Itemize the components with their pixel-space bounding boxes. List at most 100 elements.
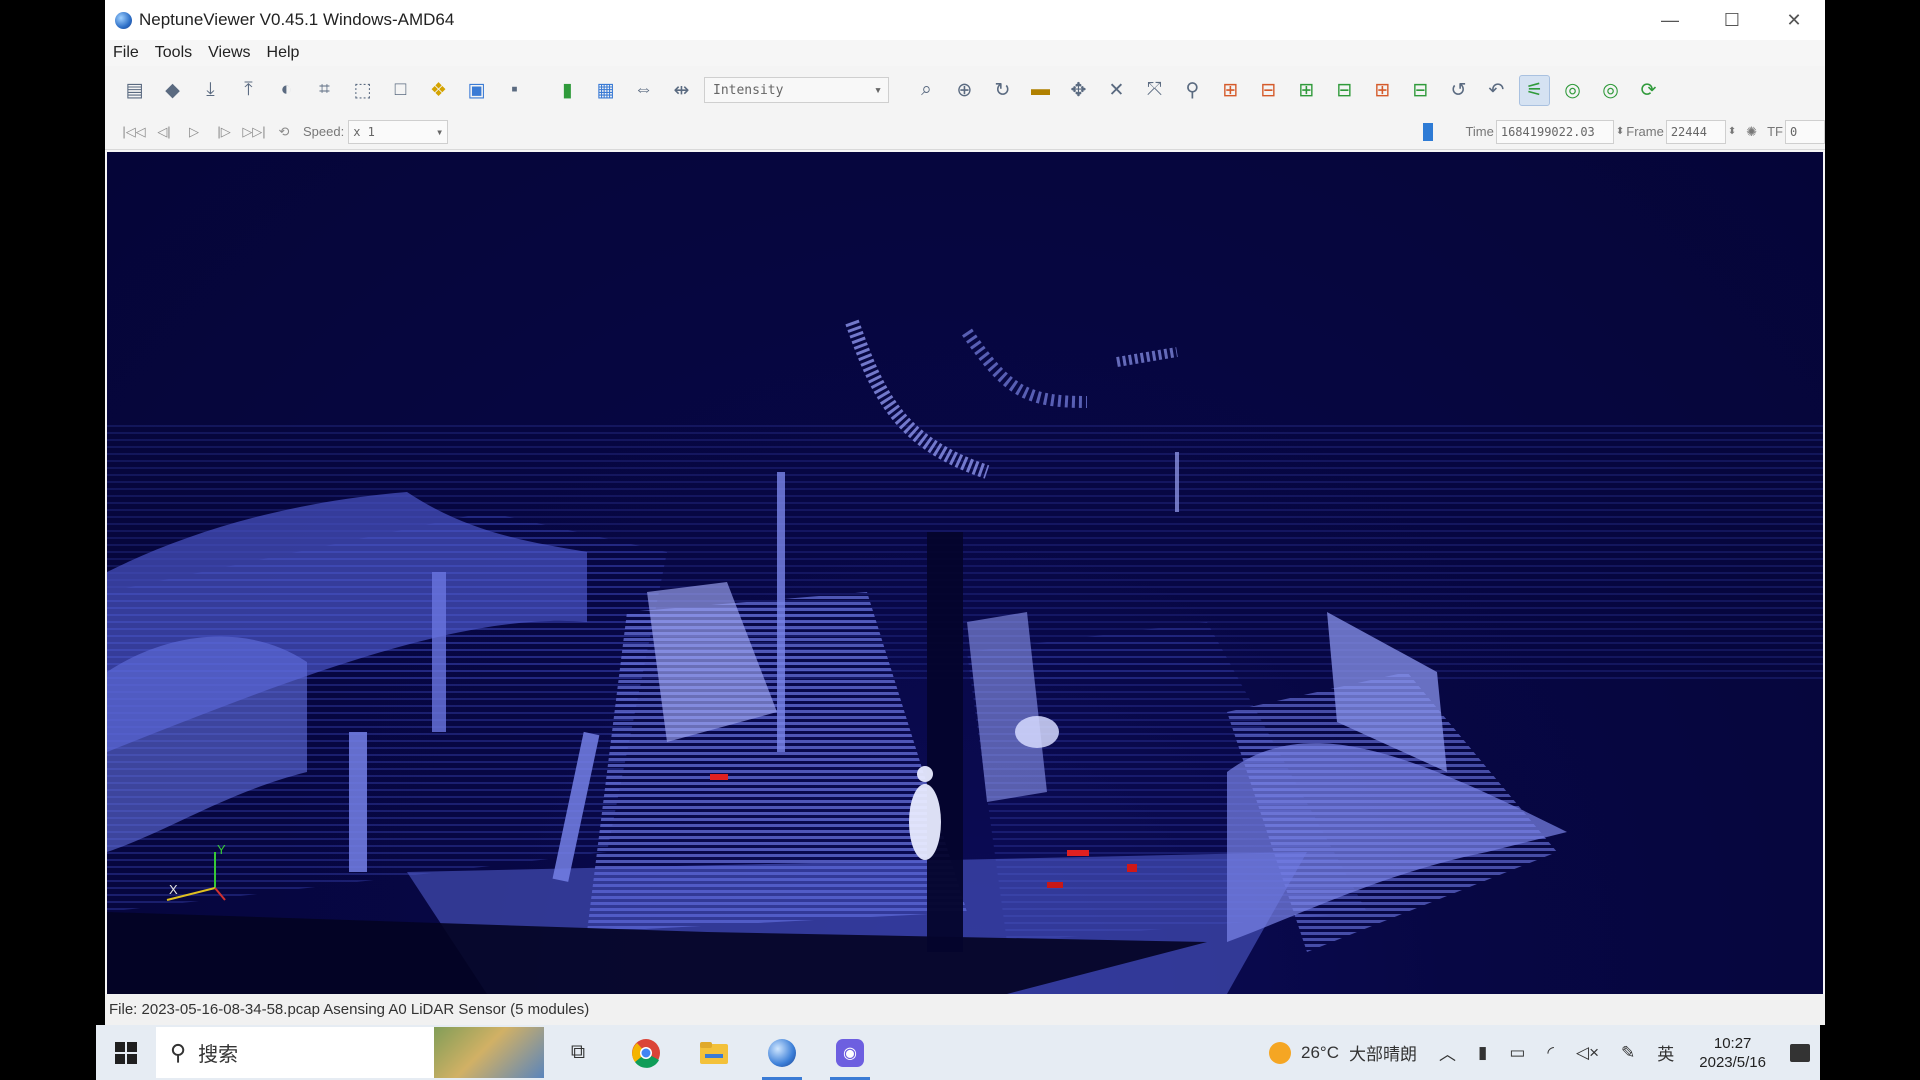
zoom-search-icon[interactable]: ⌕ xyxy=(911,75,942,106)
measure-icon[interactable]: ◐ xyxy=(271,75,302,106)
time-slider-handle[interactable] xyxy=(1423,122,1434,141)
tf-field[interactable]: 0 xyxy=(1785,119,1825,144)
weather-widget[interactable]: 26°C 大部晴朗 xyxy=(1258,1040,1428,1065)
close-button[interactable]: ✕ xyxy=(1763,0,1825,40)
chevron-up-icon: ︿ xyxy=(1438,1045,1456,1064)
tray-usb-icon[interactable]: ▮ xyxy=(1467,1043,1498,1063)
taskbar-search-box[interactable]: ⚲ 搜索 xyxy=(156,1027,544,1078)
open-file-icon[interactable]: ▤ xyxy=(119,75,150,106)
tray-network-icon[interactable]: ▭ xyxy=(1498,1043,1536,1063)
view-plus-y-icon[interactable]: ⊞ xyxy=(1291,75,1322,106)
title-bar: NeptuneViewer V0.45.1 Windows-AMD64 — ☐ … xyxy=(105,0,1825,40)
time-field[interactable]: 1684199022.03 xyxy=(1495,119,1614,144)
neptune-viewer-window: NeptuneViewer V0.45.1 Windows-AMD64 — ☐ … xyxy=(105,0,1825,1025)
tray-overflow-button[interactable]: ︿ xyxy=(1428,1040,1467,1065)
start-button[interactable] xyxy=(96,1025,156,1080)
frame-field[interactable]: 22444 xyxy=(1665,119,1726,144)
color-map-icon[interactable]: ▮ xyxy=(552,75,583,106)
first-frame-icon[interactable]: |◁◁ xyxy=(119,119,149,145)
window-controls: — ☐ ✕ xyxy=(1639,0,1825,40)
axes-collapse-icon[interactable]: ⤧ xyxy=(1139,75,1170,106)
zoom-icon[interactable]: ⚲ xyxy=(1177,75,1208,106)
sensor-stream-icon[interactable]: ◆ xyxy=(157,75,188,106)
view-plus-z-icon[interactable]: ⊞ xyxy=(1367,75,1398,106)
folder-icon xyxy=(700,1041,728,1064)
pan-move-icon[interactable]: ✥ xyxy=(1063,75,1094,106)
record-icon[interactable]: ▪ xyxy=(499,75,530,106)
red-points-3 xyxy=(1127,864,1137,872)
taskbar-chrome[interactable] xyxy=(612,1025,680,1080)
red-points-2 xyxy=(1067,850,1089,856)
desktop-screen: NeptuneViewer V0.45.1 Windows-AMD64 — ☐ … xyxy=(0,0,1920,1080)
windows-logo-icon xyxy=(115,1041,137,1064)
tray-wifi-icon[interactable]: ◜ xyxy=(1536,1043,1565,1063)
maximize-button[interactable]: ☐ xyxy=(1701,0,1763,40)
menu-views[interactable]: Views xyxy=(208,44,250,62)
menu-tools[interactable]: Tools xyxy=(155,44,192,62)
image-view-icon[interactable]: ▦ xyxy=(590,75,621,106)
playback-toolbar: |◁◁ ◁| ▷ |▷ ▷▷| ⟲ Speed: x 1 ▾ Time 1684… xyxy=(105,114,1825,150)
screen-recorder-icon: ◉ xyxy=(836,1038,864,1067)
window-view-icon[interactable]: ▣ xyxy=(461,75,492,106)
view-minus-y-icon[interactable]: ⊟ xyxy=(1329,75,1360,106)
color-by-select[interactable]: Intensity ▾ xyxy=(704,77,889,103)
pole-4 xyxy=(777,472,785,752)
refresh-circle-icon[interactable]: ⟳ xyxy=(1633,75,1664,106)
upload-icon[interactable]: ⤒ xyxy=(233,75,264,106)
crop-icon[interactable]: ⌗ xyxy=(309,75,340,106)
next-frame-icon[interactable]: |▷ xyxy=(209,119,239,145)
menu-help[interactable]: Help xyxy=(267,44,300,62)
point-cloud-viewport[interactable]: Y X xyxy=(107,152,1823,994)
frame-icon[interactable]: □ xyxy=(385,75,416,106)
chevron-down-icon: ▾ xyxy=(874,82,882,98)
clock-time: 10:27 xyxy=(1713,1034,1752,1052)
python-console-icon[interactable]: ❖ xyxy=(423,75,454,106)
taskbar-file-explorer[interactable] xyxy=(680,1025,748,1080)
frame-stepper-icon[interactable]: ⬍ xyxy=(1728,126,1736,137)
select-icon[interactable]: ⬚ xyxy=(347,75,378,106)
tray-pen-icon[interactable]: ✎ xyxy=(1610,1043,1646,1063)
view-minus-x-icon[interactable]: ⊟ xyxy=(1253,75,1284,106)
view-minus-z-icon[interactable]: ⊟ xyxy=(1405,75,1436,106)
align-icon[interactable]: ⇔ xyxy=(628,75,659,106)
previous-frame-icon[interactable]: ◁| xyxy=(149,119,179,145)
measure-ruler-icon[interactable]: ⚟ xyxy=(1519,74,1550,106)
axes-x-icon[interactable]: ✕ xyxy=(1101,75,1132,106)
search-placeholder: 搜索 xyxy=(198,1044,239,1066)
toolbar-separator xyxy=(537,75,545,106)
clock-date: 2023/5/16 xyxy=(1699,1053,1766,1071)
download-icon[interactable]: ⤓ xyxy=(195,75,226,106)
grid-circle-icon[interactable]: ◎ xyxy=(1557,75,1588,106)
loop-icon[interactable]: ⟲ xyxy=(269,119,299,145)
task-view-button[interactable]: ⧉ xyxy=(544,1025,612,1080)
play-icon[interactable]: ▷ xyxy=(179,119,209,145)
notification-button[interactable] xyxy=(1780,1043,1820,1062)
pedestrian xyxy=(909,784,941,860)
time-stepper-icon[interactable]: ⬍ xyxy=(1616,126,1624,137)
tray-volume-icon[interactable]: ◁× xyxy=(1565,1043,1610,1063)
minimize-button[interactable]: — xyxy=(1639,0,1701,40)
ime-indicator[interactable]: 英 xyxy=(1646,1040,1685,1065)
distribute-icon[interactable]: ⇹ xyxy=(666,75,697,106)
taskbar-app-purple[interactable]: ◉ xyxy=(816,1025,884,1080)
undo-icon[interactable]: ↶ xyxy=(1481,75,1512,106)
reset-camera-icon[interactable]: ↻ xyxy=(987,75,1018,106)
rotate-icon[interactable]: ↺ xyxy=(1443,75,1474,106)
pole-1 xyxy=(349,732,367,872)
zoom-to-box-icon[interactable]: ⊕ xyxy=(949,75,980,106)
car-icon[interactable]: ▬ xyxy=(1025,75,1056,106)
windows-taskbar: ⚲ 搜索 ⧉ ◉ 26°C 大部晴朗 ︿ ▮ ▭ ◜ ◁× ✎ 英 10:27 … xyxy=(96,1025,1820,1080)
speed-select[interactable]: x 1 ▾ xyxy=(348,119,449,144)
menu-bar: File Tools Views Help xyxy=(105,40,1825,66)
view-plus-x-icon[interactable]: ⊞ xyxy=(1215,75,1246,106)
time-label: Time xyxy=(1465,124,1494,139)
menu-file[interactable]: File xyxy=(113,44,139,62)
search-icon: ⚲ xyxy=(170,1039,187,1065)
target-circle-icon[interactable]: ◎ xyxy=(1595,75,1626,106)
red-points-4 xyxy=(1047,882,1063,888)
taskbar-neptune-viewer[interactable] xyxy=(748,1025,816,1080)
last-frame-icon[interactable]: ▷▷| xyxy=(239,119,269,145)
taskbar-clock[interactable]: 10:27 2023/5/16 xyxy=(1685,1034,1780,1072)
tf-gear-icon[interactable]: ✺ xyxy=(1746,124,1757,140)
tree-canopy-mid xyxy=(962,328,1088,408)
